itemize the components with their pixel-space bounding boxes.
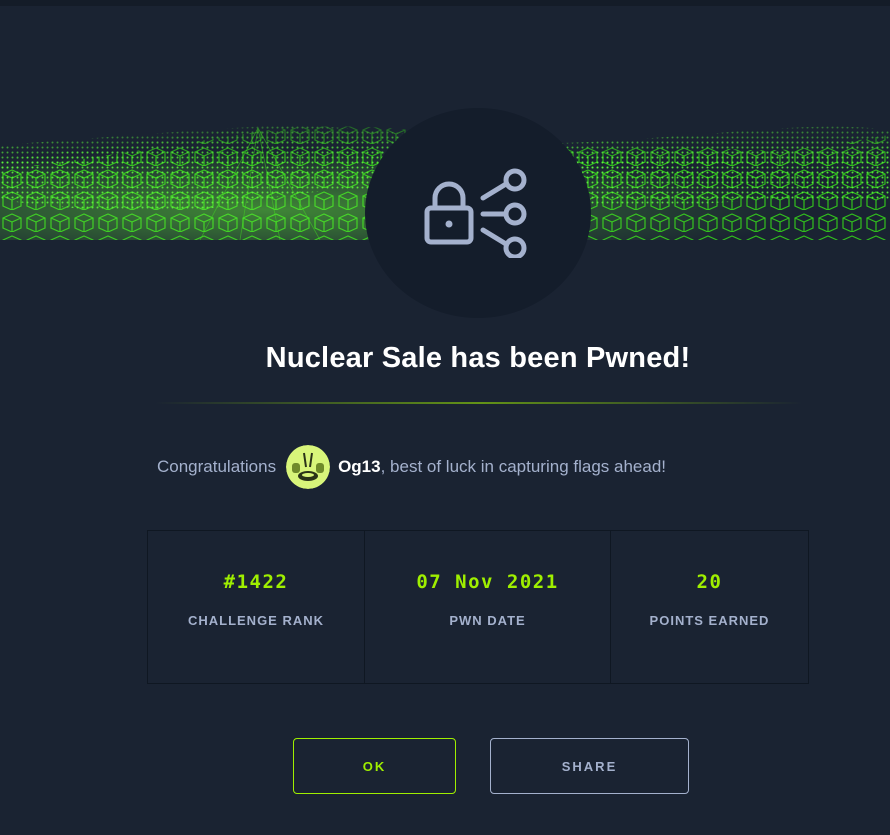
congrats-suffix: , best of luck in capturing flags ahead!: [380, 457, 667, 476]
share-button[interactable]: SHARE: [490, 738, 689, 794]
stat-challenge-rank: #1422 CHALLENGE RANK: [148, 531, 365, 683]
divider: [155, 402, 803, 404]
stat-value: 07 Nov 2021: [416, 571, 559, 593]
stat-label: POINTS EARNED: [649, 613, 770, 628]
stat-points-earned: 20 POINTS EARNED: [611, 531, 808, 683]
stat-label: PWN DATE: [449, 613, 526, 628]
username[interactable]: Og13: [338, 457, 381, 477]
avatar[interactable]: [286, 445, 331, 489]
top-strip: [0, 0, 890, 6]
badge-circle: [365, 108, 591, 318]
lock-share-icon: [424, 168, 527, 258]
stat-pwn-date: 07 Nov 2021 PWN DATE: [365, 531, 611, 683]
congrats-prefix: Congratulations: [157, 457, 277, 476]
modal-title: Nuclear Sale has been Pwned!: [265, 342, 691, 374]
stat-value: 20: [696, 571, 723, 593]
pwned-modal: Nuclear Sale has been Pwned! Congratulat…: [0, 0, 890, 835]
stats-panel: #1422 CHALLENGE RANK 07 Nov 2021 PWN DAT…: [147, 530, 809, 684]
congrats-line: Congratulations Og13 , best of luck in c…: [157, 445, 667, 489]
stat-value: #1422: [223, 571, 289, 593]
ok-button[interactable]: OK: [293, 738, 456, 794]
stat-label: CHALLENGE RANK: [187, 613, 325, 628]
